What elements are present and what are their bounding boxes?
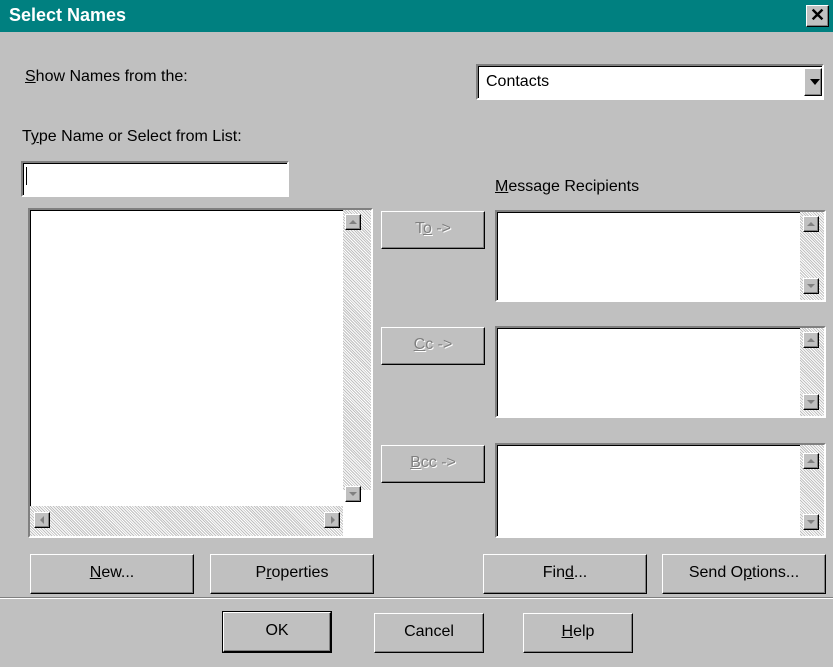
scroll-down-icon [349, 492, 357, 496]
window-title: Select Names [9, 5, 127, 25]
scroll-down-icon [807, 520, 815, 524]
message-recipients-label: Message Recipients [495, 178, 640, 195]
to-list-scroll-down-button[interactable] [803, 278, 819, 294]
type-name-label: Type Name or Select from List: [22, 128, 242, 145]
cc-button-label: Cc -> [413, 336, 453, 353]
cancel-button-label: Cancel [404, 623, 454, 640]
bcc-button[interactable]: Bcc -> [381, 445, 485, 483]
to-list-scroll-up-button[interactable] [803, 216, 819, 232]
new-button-label: New... [89, 564, 135, 581]
scroll-down-icon [807, 284, 815, 288]
ok-button-focus-ring[interactable]: OK [222, 611, 332, 653]
names-list-scroll-left-button[interactable] [34, 512, 50, 528]
names-list-scroll-down-button[interactable] [345, 486, 361, 502]
scroll-up-icon [807, 338, 815, 342]
bcc-list-scroll-up-button[interactable] [803, 453, 819, 469]
help-button-label: Help [561, 623, 595, 640]
close-icon: ✕ [809, 5, 826, 25]
properties-button[interactable]: Properties [210, 554, 374, 594]
scroll-up-icon [807, 459, 815, 463]
footer-separator-highlight [0, 598, 833, 599]
help-button[interactable]: Help [523, 613, 633, 653]
cancel-button[interactable]: Cancel [374, 613, 484, 653]
scroll-up-icon [349, 220, 357, 224]
show-names-select[interactable]: Contacts [476, 64, 824, 100]
show-names-selected-value: Contacts [486, 73, 550, 90]
send-options-button[interactable]: Send Options... [662, 554, 826, 594]
cc-list-scroll-down-button[interactable] [803, 394, 819, 410]
properties-button-label: Properties [255, 564, 329, 581]
to-button-label: To -> [414, 220, 452, 237]
scroll-right-icon [331, 516, 335, 524]
names-list-hscroll[interactable] [30, 506, 343, 536]
close-button[interactable]: ✕ [806, 5, 829, 27]
chevron-down-icon [810, 79, 820, 85]
names-list[interactable] [28, 208, 373, 538]
to-button[interactable]: To -> [381, 211, 485, 249]
ok-button[interactable]: OK [223, 612, 331, 652]
find-button-label: Find... [542, 564, 588, 581]
bcc-list-scroll-down-button[interactable] [803, 514, 819, 530]
bcc-button-label: Bcc -> [410, 454, 456, 471]
cc-list-scroll-up-button[interactable] [803, 332, 819, 348]
send-options-button-label: Send Options... [688, 564, 800, 581]
cc-button[interactable]: Cc -> [381, 327, 485, 365]
find-button[interactable]: Find... [483, 554, 647, 594]
scroll-down-icon [807, 400, 815, 404]
names-list-scroll-right-button[interactable] [324, 512, 340, 528]
names-list-vscroll[interactable] [343, 210, 371, 490]
scroll-up-icon [807, 222, 815, 226]
show-names-label: Show Names from the: [25, 68, 188, 85]
type-name-input[interactable] [21, 161, 289, 197]
bcc-recipients-list[interactable] [495, 443, 826, 538]
names-list-scroll-up-button[interactable] [345, 214, 361, 230]
show-names-dropdown-button[interactable] [804, 68, 822, 96]
to-recipients-list[interactable] [495, 210, 826, 302]
ok-button-label: OK [265, 622, 289, 639]
cc-recipients-list[interactable] [495, 326, 826, 418]
text-caret [26, 167, 27, 185]
scroll-left-icon [40, 516, 44, 524]
new-button[interactable]: New... [30, 554, 194, 594]
